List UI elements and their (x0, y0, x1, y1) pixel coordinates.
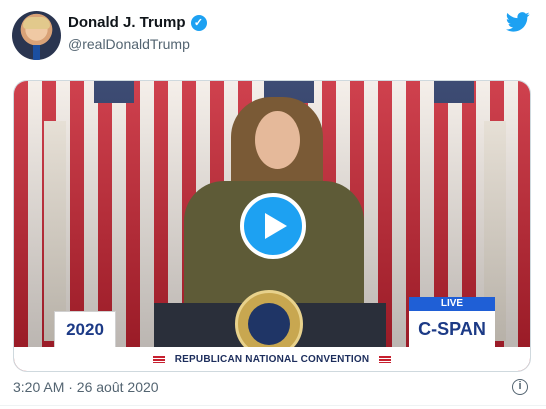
speaker-face (255, 111, 300, 169)
author-name-row[interactable]: Donald J. Trump ✓ (68, 14, 207, 31)
tweet-timestamp[interactable]: 3:20 AM · 26 août 2020 (13, 379, 159, 395)
tweet-card: Donald J. Trump ✓ @realDonaldTrump 2020 … (0, 0, 546, 409)
live-indicator: LIVE (409, 297, 495, 311)
convention-2020-logo: 2020 (54, 311, 116, 349)
verified-badge-icon: ✓ (190, 14, 207, 31)
display-name[interactable]: Donald J. Trump (68, 14, 186, 31)
twitter-bird-icon[interactable] (506, 12, 530, 32)
author-handle[interactable]: @realDonaldTrump (68, 36, 190, 52)
profile-avatar[interactable] (12, 11, 61, 60)
video-player[interactable]: 2020 LIVE C-SPAN REPUBLICAN NATIONAL CON… (13, 80, 531, 372)
seal-center (248, 303, 290, 345)
cspan-bug: LIVE C-SPAN (409, 297, 495, 347)
avatar-tie (33, 45, 40, 60)
play-button[interactable] (240, 193, 306, 259)
info-icon[interactable]: i (512, 379, 528, 395)
banner-title: REPUBLICAN NATIONAL CONVENTION (174, 353, 370, 365)
play-icon (265, 213, 287, 239)
convention-banner: REPUBLICAN NATIONAL CONVENTION (14, 347, 530, 371)
flag-stripe-icon (379, 355, 392, 363)
avatar-hair (23, 17, 50, 29)
flag-stripe-icon (152, 355, 165, 363)
divider (0, 405, 546, 406)
cspan-logo: C-SPAN (409, 311, 495, 347)
